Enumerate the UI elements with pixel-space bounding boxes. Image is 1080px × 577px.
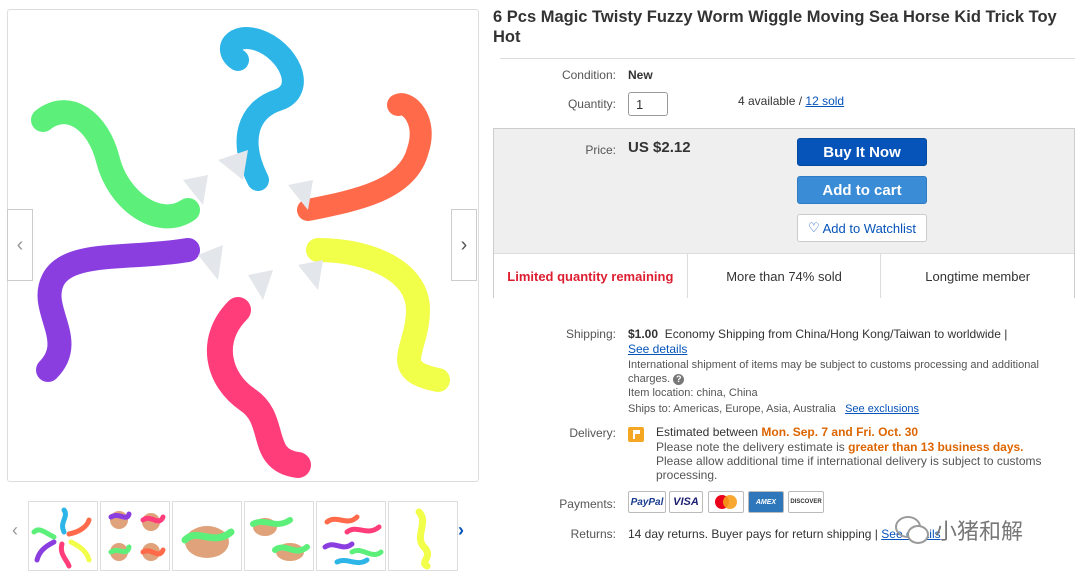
thumbnail[interactable] <box>172 501 242 571</box>
thumbs-prev-arrow[interactable]: ‹ <box>12 520 18 541</box>
thumbs-next-arrow[interactable]: › <box>458 520 464 541</box>
price-label: Price: <box>585 143 616 157</box>
image-next-arrow[interactable]: › <box>451 209 477 281</box>
main-product-image[interactable] <box>7 9 479 482</box>
chevron-right-icon: › <box>460 233 468 256</box>
see-exclusions-link[interactable]: See exclusions <box>845 403 919 415</box>
thumbnail[interactable] <box>388 501 458 571</box>
worm-toys-illustration <box>31 27 450 478</box>
thumbnail[interactable] <box>244 501 314 571</box>
signal-longtime-member: Longtime member <box>925 268 1031 284</box>
returns-text: 14 day returns. Buyer pays for return sh… <box>628 527 878 541</box>
product-title: 6 Pcs Magic Twisty Fuzzy Worm Wiggle Mov… <box>493 8 1057 46</box>
condition-label: Condition: <box>561 68 616 82</box>
customs-note: International shipment of items may be s… <box>628 359 1039 385</box>
mastercard-logo <box>708 491 744 513</box>
watermark-text: 小猪和解 <box>935 520 1024 545</box>
item-location: Item location: china, China <box>628 387 758 399</box>
payments-label: Payments: <box>559 497 616 511</box>
returns-label: Returns: <box>570 527 616 541</box>
chevron-left-icon: ‹ <box>12 520 18 540</box>
visa-logo: VISA <box>669 491 703 513</box>
heart-icon: ♡ <box>807 220 820 235</box>
delivery-flag-icon <box>628 427 644 442</box>
wechat-icon <box>895 516 929 544</box>
price-value: US $2.12 <box>628 139 691 156</box>
delivery-dates: Mon. Sep. 7 and Fri. Oct. 30 <box>761 425 919 439</box>
thumbnail[interactable] <box>316 501 386 571</box>
trust-signals: Limited quantity remaining More than 74%… <box>494 253 1074 298</box>
delivery-additional-note: Please allow additional time if internat… <box>656 454 1042 482</box>
chevron-right-icon: › <box>458 520 464 540</box>
signal-percent-sold: More than 74% sold <box>688 254 882 298</box>
discover-logo: DISCOVER <box>788 491 824 513</box>
buy-it-now-button[interactable]: Buy It Now <box>797 138 927 166</box>
ships-to: Ships to: Americas, Europe, Asia, Austra… <box>628 403 836 415</box>
condition-value: New <box>628 68 653 82</box>
signal-limited-quantity: Limited quantity remaining <box>494 254 688 298</box>
image-prev-arrow[interactable]: ‹ <box>7 209 33 281</box>
add-to-watchlist-label: Add to Watchlist <box>822 220 917 236</box>
chevron-left-icon: ‹ <box>16 233 24 256</box>
add-to-watchlist-button[interactable]: ♡ Add to Watchlist <box>797 214 927 242</box>
quantity-label: Quantity: <box>567 97 616 111</box>
shipping-price: $1.00 <box>628 327 659 341</box>
delivery-label: Delivery: <box>569 426 616 440</box>
delivery-estimate-prefix: Estimated between <box>656 425 759 439</box>
thumbnail[interactable] <box>28 501 98 571</box>
thumbnail[interactable] <box>100 501 170 571</box>
thumbnail-strip <box>28 501 458 571</box>
paypal-logo: PayPal <box>628 491 666 513</box>
info-icon[interactable]: ? <box>673 374 685 385</box>
mastercard-circles-icon <box>715 495 737 509</box>
shipping-label: Shipping: <box>565 327 616 341</box>
add-to-cart-button[interactable]: Add to cart <box>797 176 927 204</box>
watermark: 小猪和解 <box>895 512 1075 548</box>
amex-logo: AMEX <box>748 491 784 513</box>
quantity-input[interactable] <box>628 92 668 116</box>
shipping-see-details-link[interactable]: See details <box>628 342 687 356</box>
shipping-method: Economy Shipping from China/Hong Kong/Ta… <box>664 327 1008 341</box>
sold-link[interactable]: 12 sold <box>805 94 844 108</box>
divider <box>500 58 1075 59</box>
delivery-note-highlight: greater than 13 business days. <box>848 440 1024 454</box>
available-text: 4 available / <box>738 94 803 108</box>
delivery-note-prefix: Please note the delivery estimate is <box>656 440 845 454</box>
